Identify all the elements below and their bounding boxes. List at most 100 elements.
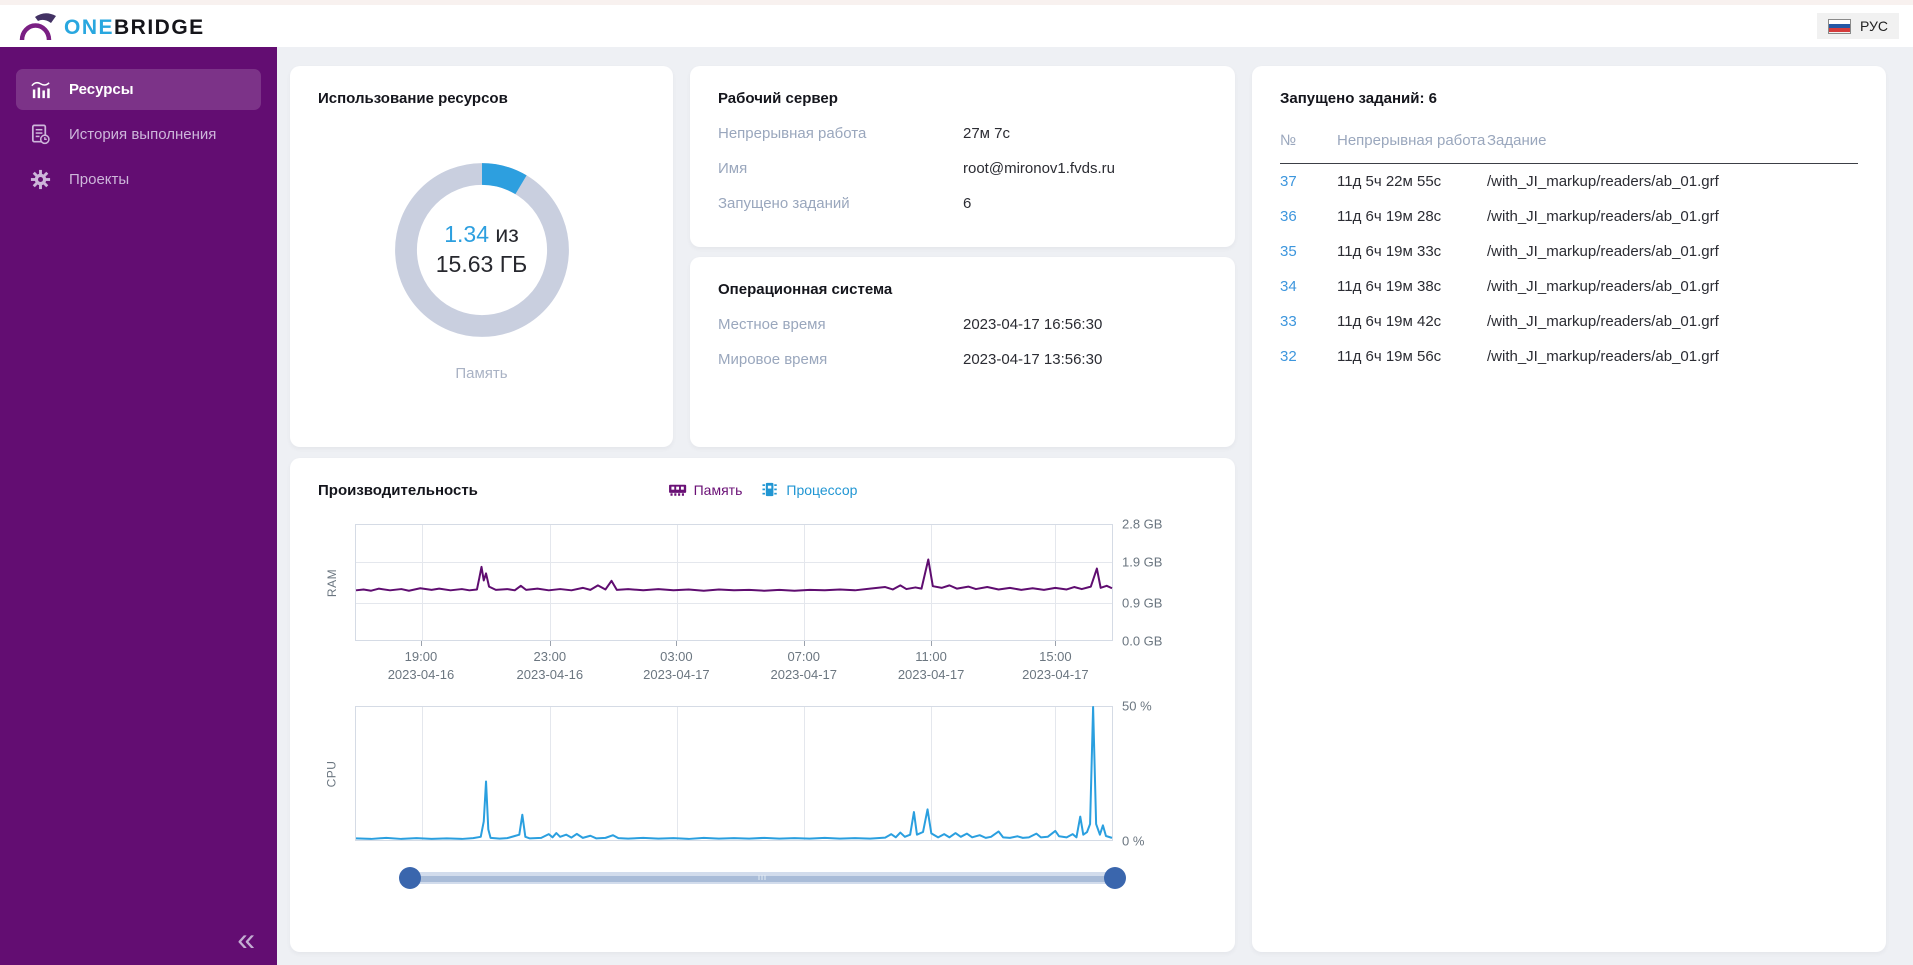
job-number-link[interactable]: 34	[1280, 278, 1337, 295]
resources-chart-icon	[31, 81, 50, 99]
job-task-path: /with_JI_markup/readers/ab_01.grf	[1487, 242, 1719, 260]
history-document-clock-icon	[31, 124, 50, 145]
table-row: 32 11д 6ч 19м 56с /with_JI_markup/reader…	[1280, 339, 1858, 374]
y-tick-label: 2.8 GB	[1122, 516, 1163, 532]
job-uptime: 11д 6ч 19м 56с	[1337, 347, 1442, 365]
sidebar-item-history[interactable]: История выполнения	[16, 114, 261, 155]
job-uptime: 11д 5ч 22м 55с	[1337, 172, 1442, 190]
donut-center-text: 1.34 из 15.63 ГБ	[387, 155, 577, 345]
x-tick-label: 11:00 2023-04-17	[897, 649, 965, 682]
language-switcher-button[interactable]: РУС	[1816, 13, 1899, 39]
time-range-slider[interactable]	[399, 867, 1126, 889]
cpu-axis-title: CPU	[324, 760, 339, 787]
memory-ram-icon	[668, 484, 686, 496]
russia-flag-icon	[1827, 18, 1851, 34]
info-row: Мировое время 2023-04-17 13:56:30	[718, 351, 1207, 368]
logo-one: ONE	[64, 16, 115, 39]
info-label: Запущено заданий	[718, 195, 850, 212]
x-tick-label: 23:00 2023-04-16	[516, 649, 584, 682]
job-number-link[interactable]: 37	[1280, 173, 1337, 190]
legend-item-memory[interactable]: Память	[668, 480, 743, 499]
y-tick-label: 1.9 GB	[1122, 554, 1163, 570]
cpu-line-chart	[355, 706, 1113, 841]
table-row: 36 11д 6ч 19м 28с /with_JI_markup/reader…	[1280, 199, 1858, 234]
card-title: Производительность	[318, 482, 478, 499]
info-row: Имя root@mironov1.fvds.ru	[718, 160, 1207, 177]
jobs-table: № Непрерывная работа Задание 37 11д 5ч 2…	[1280, 131, 1858, 374]
logo-text: ONEBRIDGE	[64, 16, 205, 40]
info-label: Местное время	[718, 316, 826, 333]
column-header-uptime: Непрерывная работа	[1337, 132, 1486, 149]
sidebar-item-resources[interactable]: Ресурсы	[16, 69, 261, 110]
sidebar-item-label: Ресурсы	[69, 81, 134, 98]
x-tick-label: 03:00 2023-04-17	[643, 649, 710, 682]
x-tick-mark	[1055, 641, 1057, 646]
server-jobs-count-value: 6	[963, 195, 972, 212]
job-number-link[interactable]: 36	[1280, 208, 1337, 225]
job-uptime: 11д 6ч 19м 38с	[1337, 277, 1442, 295]
sidebar-item-projects[interactable]: Проекты	[16, 159, 261, 200]
server-name-value: root@mironov1.fvds.ru	[963, 160, 1115, 177]
x-tick-mark	[803, 641, 805, 646]
job-uptime: 11д 6ч 19м 28с	[1337, 207, 1442, 225]
slider-handle-left[interactable]	[399, 867, 421, 889]
chart-legend: Память Процессор	[668, 480, 857, 499]
x-tick-label: 19:00 2023-04-16	[387, 649, 455, 682]
column-header-task: Задание	[1487, 132, 1547, 149]
job-task-path: /with_JI_markup/readers/ab_01.grf	[1487, 172, 1719, 190]
job-task-path: /with_JI_markup/readers/ab_01.grf	[1487, 277, 1719, 295]
ram-y-axis: 2.8 GB 1.9 GB 0.9 GB 0.0 GB	[1113, 517, 1173, 649]
y-tick-label: 0.9 GB	[1122, 595, 1163, 611]
legend-label: Процессор	[786, 481, 858, 498]
sidebar-collapse-button[interactable]: «	[237, 923, 255, 955]
info-row: Запущено заданий 6	[718, 195, 1207, 212]
cpu-chip-icon	[762, 482, 777, 497]
resource-usage-card: Использование ресурсов 1.34 из 15.63 ГБ …	[290, 66, 673, 447]
x-tick-label: 15:00 2023-04-17	[1022, 649, 1089, 682]
onebridge-logo: ONEBRIDGE	[18, 10, 205, 42]
x-tick-mark	[931, 641, 933, 646]
info-label: Мировое время	[718, 351, 828, 368]
memory-sep: из	[495, 221, 519, 248]
info-label: Имя	[718, 160, 748, 177]
running-jobs-card: Запущено заданий: 6 № Непрерывная работа…	[1252, 66, 1886, 952]
os-card: Операционная система Местное время 2023-…	[690, 257, 1235, 447]
job-number-link[interactable]: 35	[1280, 243, 1337, 260]
info-row: Непрерывная работа 27м 7с	[718, 125, 1207, 142]
sidebar-item-label: Проекты	[69, 171, 130, 188]
info-row: Местное время 2023-04-17 16:56:30	[718, 316, 1207, 333]
sidebar: Ресурсы История выполнения Проекты «	[0, 47, 277, 965]
legend-item-cpu[interactable]: Процессор	[760, 480, 857, 499]
job-number-link[interactable]: 32	[1280, 348, 1337, 365]
slider-handle-right[interactable]	[1104, 867, 1126, 889]
memory-total-value: 15.63 ГБ	[435, 251, 528, 277]
sidebar-item-label: История выполнения	[69, 126, 217, 143]
legend-label: Память	[693, 481, 743, 498]
job-uptime: 11д 6ч 19м 42с	[1337, 312, 1442, 330]
jobs-panel-title: Запущено заданий: 6	[1280, 90, 1438, 107]
local-time-value: 2023-04-17 16:56:30	[963, 316, 1103, 333]
x-tick-mark	[549, 641, 551, 646]
job-number-link[interactable]: 33	[1280, 313, 1337, 330]
job-task-path: /with_JI_markup/readers/ab_01.grf	[1487, 207, 1719, 225]
x-tick-label: 07:00 2023-04-17	[770, 649, 837, 682]
projects-gear-icon	[30, 169, 51, 190]
memory-donut-chart: 1.34 из 15.63 ГБ Память	[318, 155, 645, 382]
server-uptime-value: 27м 7с	[963, 125, 1011, 142]
y-tick-label: 50 %	[1122, 698, 1152, 714]
info-label: Непрерывная работа	[718, 125, 867, 142]
ram-line-chart	[355, 524, 1113, 641]
card-title: Рабочий сервер	[718, 90, 838, 107]
server-card: Рабочий сервер Непрерывная работа 27м 7с…	[690, 66, 1235, 247]
job-task-path: /with_JI_markup/readers/ab_01.grf	[1487, 312, 1719, 330]
card-title: Операционная система	[718, 281, 893, 298]
card-title: Использование ресурсов	[318, 90, 508, 107]
cpu-y-axis: 50 % 0 %	[1113, 699, 1173, 849]
cpu-chart-row: CPU 50 % 0 %	[318, 699, 1207, 849]
memory-used-value: 1.34	[444, 221, 489, 248]
x-tick-mark	[676, 641, 678, 646]
jobs-table-header: № Непрерывная работа Задание	[1280, 131, 1858, 164]
ram-chart-row: RAM 2.8 GB 1.9 GB 0.9 GB 0.0 GB	[318, 517, 1207, 649]
donut-caption: Память	[455, 365, 508, 382]
slider-grip	[758, 875, 767, 880]
